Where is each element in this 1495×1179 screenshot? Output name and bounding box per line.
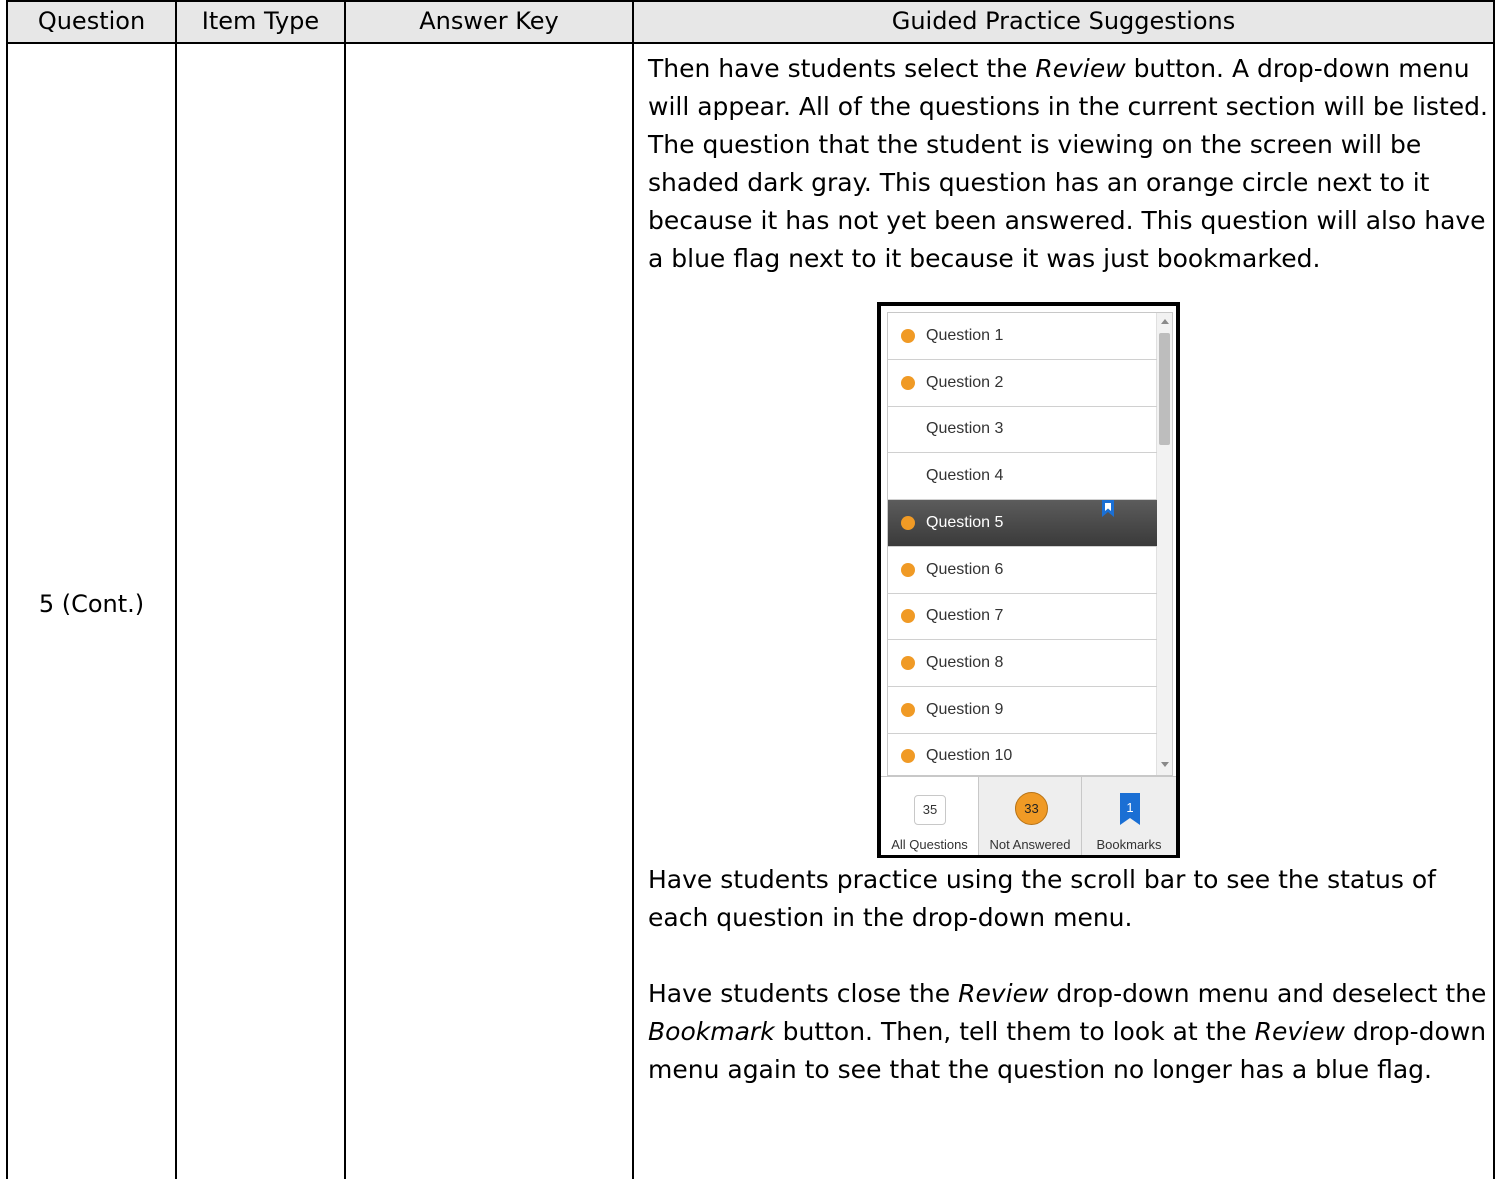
not-answered-dot-icon: [901, 376, 915, 390]
not-answered-dot-icon: [901, 749, 915, 763]
scroll-up-arrow-icon[interactable]: [1161, 319, 1169, 324]
review-question-label: Question 2: [926, 374, 1004, 391]
not-answered-dot-icon: [901, 656, 915, 670]
paragraph-review-intro-text-2: button. A drop-down menu will appear. Al…: [648, 54, 1488, 273]
header-guided-practice: Guided Practice Suggestions: [634, 0, 1493, 42]
tab-not-answered-label: Not Answered: [989, 837, 1071, 852]
review-question-label: Question 6: [926, 561, 1004, 578]
review-question-label: Question 8: [926, 654, 1004, 671]
question-number: 5 (Cont.): [38, 590, 145, 618]
not-answered-dot-icon: [901, 329, 915, 343]
scroll-down-arrow-icon[interactable]: [1161, 762, 1169, 767]
tab-all-questions-label: All Questions: [891, 837, 968, 852]
review-question-label: Question 3: [926, 420, 1004, 437]
table-top-border: [6, 0, 1495, 2]
close-review-text-c: button. Then, tell them to look at the: [774, 1017, 1255, 1046]
not-answered-dot-icon: [901, 563, 915, 577]
header-answer-key: Answer Key: [346, 0, 632, 42]
review-question-label: Question 9: [926, 701, 1004, 718]
paragraph-review-intro-em: Review: [1035, 54, 1126, 83]
review-question-item[interactable]: Question 3: [888, 406, 1157, 453]
paragraph-close-review: Have students close the Review drop-down…: [648, 975, 1491, 1089]
all-questions-count: 35: [914, 795, 946, 825]
not-answered-dot-icon: [901, 703, 915, 717]
review-filter-tabs: 35 All Questions 33 Not Answered 1 Bookm…: [881, 776, 1176, 855]
not-answered-dot-icon: [901, 516, 915, 530]
review-question-item[interactable]: Question 1: [888, 313, 1157, 360]
review-question-list: Question 1 Question 2 Question 3 Question 4…: [887, 312, 1173, 776]
paragraph-review-intro-text-1: Then have students select the: [648, 54, 1036, 83]
review-scrollbar[interactable]: [1156, 313, 1172, 775]
review-question-item[interactable]: Question 10: [888, 733, 1157, 775]
column-divider-1: [175, 0, 177, 1179]
header-answer-key-label: Answer Key: [419, 7, 559, 35]
tab-bookmarks[interactable]: 1 Bookmarks: [1081, 777, 1176, 855]
bookmarks-count: 1: [1126, 800, 1134, 815]
review-question-item[interactable]: Question 7: [888, 593, 1157, 640]
close-review-text-b: drop-down menu and deselect the: [1048, 979, 1487, 1008]
tab-not-answered[interactable]: 33 Not Answered: [978, 777, 1081, 855]
not-answered-dot-icon: [901, 609, 915, 623]
review-dropdown-screenshot: Question 1 Question 2 Question 3 Question 4…: [877, 302, 1180, 858]
review-question-label: Question 5: [926, 514, 1004, 531]
close-review-em-b: Bookmark: [648, 1017, 775, 1046]
review-question-item[interactable]: Question 5: [888, 500, 1157, 547]
column-divider-2: [344, 0, 346, 1179]
review-question-item[interactable]: Question 2: [888, 360, 1157, 407]
review-question-item[interactable]: Question 9: [888, 687, 1157, 734]
close-review-em-c: Review: [1254, 1017, 1345, 1046]
header-question: Question: [8, 0, 175, 42]
review-question-label: Question 4: [926, 467, 1004, 484]
scrollbar-thumb[interactable]: [1159, 333, 1170, 445]
paragraph-review-intro: Then have students select the Review but…: [648, 50, 1491, 278]
header-guided-practice-label: Guided Practice Suggestions: [891, 7, 1236, 35]
review-question-item[interactable]: Question 6: [888, 547, 1157, 594]
header-item-type-label: Item Type: [201, 7, 320, 35]
review-question-item[interactable]: Question 4: [888, 453, 1157, 500]
review-question-label: Question 7: [926, 607, 1004, 624]
paragraph-scroll-practice: Have students practice using the scroll …: [648, 865, 1436, 932]
close-review-em-a: Review: [958, 979, 1049, 1008]
review-question-label: Question 10: [926, 747, 1013, 764]
review-question-item[interactable]: Question 8: [888, 640, 1157, 687]
header-item-type: Item Type: [177, 0, 344, 42]
tab-all-questions[interactable]: 35 All Questions: [881, 777, 978, 855]
review-question-label: Question 1: [926, 327, 1004, 344]
not-answered-count: 33: [1015, 792, 1048, 825]
bookmark-icon: 1: [1120, 793, 1140, 825]
close-review-text-a: Have students close the: [648, 979, 959, 1008]
column-divider-3: [632, 0, 634, 1179]
table-header-border: [6, 42, 1495, 44]
bookmark-flag-icon: [1102, 500, 1114, 517]
tab-bookmarks-label: Bookmarks: [1096, 837, 1162, 852]
header-question-label: Question: [37, 7, 146, 35]
